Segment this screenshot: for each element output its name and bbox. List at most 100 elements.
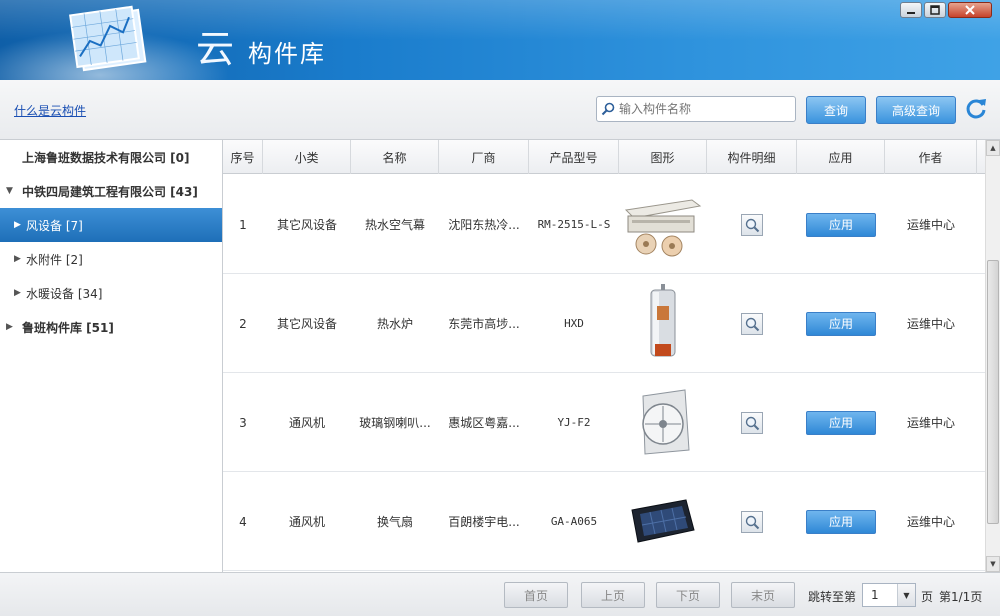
apply-button[interactable]: 应用 — [806, 509, 876, 534]
fan-thumbnail[interactable] — [621, 375, 705, 470]
collapsed-arrow-icon: ▶ — [6, 322, 13, 332]
maximize-icon — [930, 5, 940, 15]
cell-maker: 百朗楼宇电... — [448, 515, 520, 529]
water-heater-thumbnail[interactable] — [621, 276, 705, 371]
view-detail-icon[interactable] — [741, 312, 763, 335]
view-detail-icon[interactable] — [741, 411, 763, 434]
table-header: 序号 小类 名称 厂商 产品型号 图形 构件明细 应用 作者 — [223, 140, 985, 174]
last-page-button[interactable]: 末页 — [731, 582, 795, 608]
view-detail-icon[interactable] — [741, 213, 763, 236]
tree-item-crec-4th[interactable]: ▼ 中铁四局建筑工程有限公司 [43] — [0, 174, 222, 208]
apply-button[interactable]: 应用 — [806, 212, 876, 237]
column-header-detail[interactable]: 构件明细 — [707, 140, 797, 174]
collapsed-arrow-icon: ▶ — [14, 220, 21, 230]
cell-image — [619, 373, 707, 472]
tree-item-water-fittings[interactable]: ▶ 水附件 [2] — [0, 242, 222, 276]
collapsed-arrow-icon: ▶ — [14, 288, 21, 298]
cell-name: 玻璃钢喇叭... — [359, 416, 431, 430]
cell-author: 运维中心 — [906, 317, 955, 331]
refresh-icon[interactable] — [964, 96, 988, 120]
cell-detail — [707, 274, 797, 373]
advanced-query-button[interactable]: 高级查询 — [876, 96, 956, 124]
air-curtain-thumbnail[interactable] — [621, 177, 705, 272]
water-heater-image — [650, 283, 676, 356]
cell-name: 换气扇 — [376, 515, 413, 529]
table-row[interactable]: 1 其它风设备 热水空气幕 沈阳东热冷... RM-2515-L-S 应用 运维… — [223, 175, 985, 274]
query-button[interactable]: 查询 — [806, 96, 866, 124]
table-row[interactable]: 3 通风机 玻璃钢喇叭... 惠城区粤嘉... YJ-F2 应用 运维中心 — [223, 373, 985, 472]
exhaust-fan-thumbnail[interactable] — [621, 474, 705, 569]
search-icon — [601, 102, 615, 116]
maximize-button[interactable] — [924, 2, 946, 18]
search-box[interactable] — [596, 96, 796, 122]
column-header-name[interactable]: 名称 — [351, 140, 439, 174]
cell-apply: 应用 — [797, 472, 885, 571]
tree-item-luban-library[interactable]: ▶ 鲁班构件库 [51] — [0, 310, 222, 344]
cell-model: RM-2515-L-S — [537, 218, 611, 231]
column-header-index[interactable]: 序号 — [223, 140, 263, 174]
close-icon — [965, 5, 975, 15]
cell-maker: 沈阳东热冷... — [448, 218, 520, 232]
page-number-value: 1 — [871, 588, 879, 602]
cell-author: 运维中心 — [906, 515, 955, 529]
cell-apply: 应用 — [797, 373, 885, 472]
cell-image — [619, 274, 707, 373]
page-number-select[interactable]: 1 ▼ — [862, 583, 916, 607]
column-header-image[interactable]: 图形 — [619, 140, 707, 174]
prev-page-button[interactable]: 上页 — [581, 582, 645, 608]
cell-apply: 应用 — [797, 274, 885, 373]
minimize-button[interactable] — [900, 2, 922, 18]
tree-item-shanghai-luban[interactable]: 上海鲁班数据技术有限公司 [0] — [0, 140, 222, 174]
cell-subtype: 其它风设备 — [276, 317, 337, 331]
cell-image — [619, 472, 707, 571]
column-header-model[interactable]: 产品型号 — [529, 140, 619, 174]
tree-item-label: 水附件 [2] — [26, 252, 83, 267]
close-button[interactable] — [948, 2, 992, 18]
cell-detail — [707, 472, 797, 571]
component-table: 序号 小类 名称 厂商 产品型号 图形 构件明细 应用 作者 1 其它风设备 热… — [223, 140, 985, 572]
app-title-glyph: 云 — [196, 27, 237, 71]
cell-index: 3 — [239, 415, 247, 430]
expanded-arrow-icon: ▼ — [6, 186, 13, 196]
tree-item-label: 鲁班构件库 [51] — [22, 320, 114, 335]
column-header-apply[interactable]: 应用 — [797, 140, 885, 174]
table-row[interactable]: 2 其它风设备 热水炉 东莞市高埗... HXD 应用 运维中心 — [223, 274, 985, 373]
exhaust-fan-image — [631, 498, 695, 543]
collapsed-arrow-icon: ▶ — [14, 254, 21, 264]
column-header-author[interactable]: 作者 — [885, 140, 977, 174]
dropdown-arrow-icon[interactable]: ▼ — [897, 584, 915, 606]
cell-maker: 东莞市高埗... — [448, 317, 520, 331]
view-detail-icon[interactable] — [741, 510, 763, 533]
search-input[interactable] — [619, 102, 789, 116]
apply-button[interactable]: 应用 — [806, 410, 876, 435]
minimize-icon — [907, 12, 915, 14]
scrollbar-thumb[interactable] — [987, 260, 999, 524]
vertical-scrollbar[interactable]: ▲ ▼ — [985, 140, 1000, 572]
table-row[interactable]: 4 通风机 换气扇 百朗楼宇电... GA-A065 应用 运维中心 — [223, 472, 985, 571]
first-page-button[interactable]: 首页 — [504, 582, 568, 608]
cell-name: 热水炉 — [376, 317, 413, 331]
cell-author: 运维中心 — [906, 416, 955, 430]
cell-subtype: 其它风设备 — [276, 218, 337, 232]
cell-index: 2 — [239, 316, 247, 331]
cell-detail — [707, 373, 797, 472]
cell-subtype: 通风机 — [288, 515, 325, 529]
cell-index: 4 — [239, 514, 247, 529]
tree-item-label: 风设备 [7] — [26, 218, 83, 233]
apply-button[interactable]: 应用 — [806, 311, 876, 336]
scroll-up-arrow-icon[interactable]: ▲ — [986, 140, 1000, 156]
tree-item-label: 中铁四局建筑工程有限公司 [43] — [22, 184, 198, 199]
blueprint-logo-icon — [69, 5, 147, 72]
toolbar: 什么是云构件 查询 高级查询 — [0, 80, 1000, 140]
column-header-subtype[interactable]: 小类 — [263, 140, 351, 174]
pagination-bar: 首页 上页 下页 末页 跳转至第 1 ▼ 页 第1/1页 — [0, 572, 1000, 616]
cell-index: 1 — [239, 217, 247, 232]
cell-model: HXD — [564, 317, 584, 330]
tree-item-air-equipment[interactable]: ▶ 风设备 [7] — [0, 208, 222, 242]
what-is-cloud-component-link[interactable]: 什么是云构件 — [14, 102, 86, 119]
tree-item-hvac-equipment[interactable]: ▶ 水暖设备 [34] — [0, 276, 222, 310]
next-page-button[interactable]: 下页 — [656, 582, 720, 608]
scroll-down-arrow-icon[interactable]: ▼ — [986, 556, 1000, 572]
cell-model: YJ-F2 — [557, 416, 591, 429]
column-header-maker[interactable]: 厂商 — [439, 140, 529, 174]
